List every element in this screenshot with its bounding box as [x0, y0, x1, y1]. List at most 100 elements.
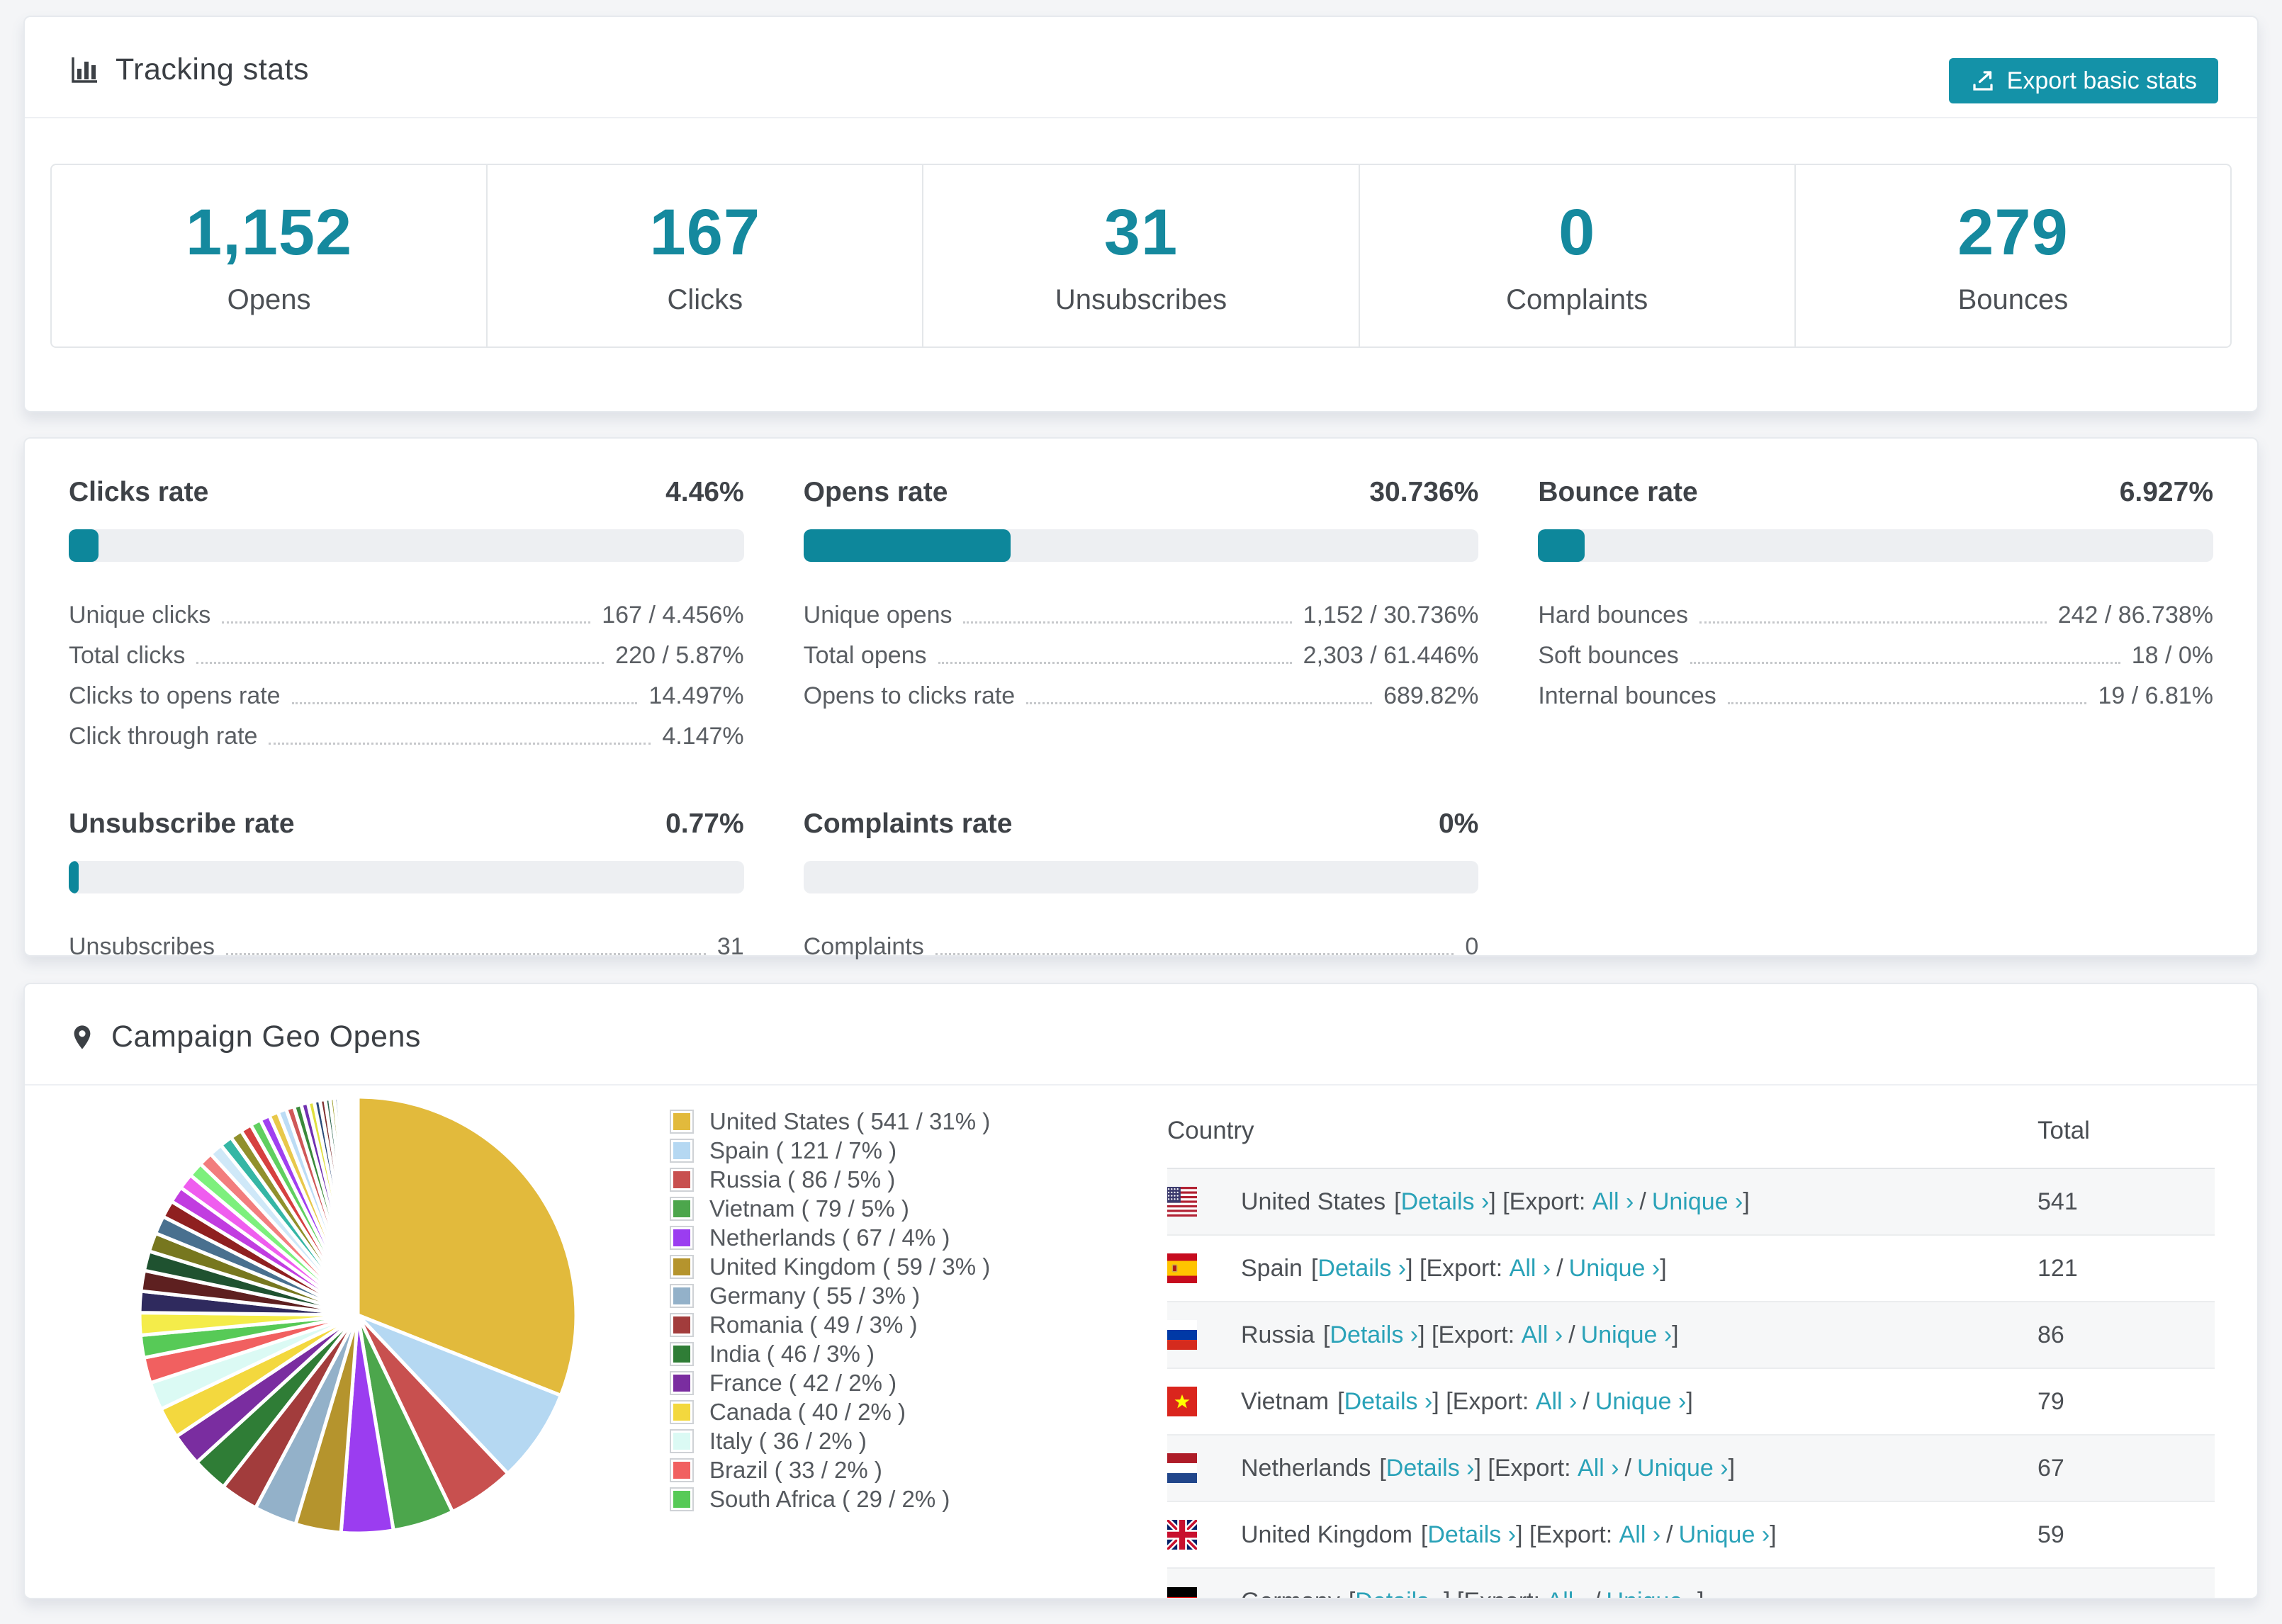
- export-unique-link[interactable]: Unique ›: [1652, 1188, 1743, 1216]
- geo-pie-chart[interactable]: [131, 1088, 585, 1542]
- country-total: 79: [2038, 1368, 2215, 1435]
- rate-rows: Unsubscribes 31: [69, 923, 744, 964]
- legend-label: Russia ( 86 / 5% ): [709, 1166, 896, 1192]
- dotted-leader: [269, 743, 651, 745]
- export-unique-link[interactable]: Unique ›: [1607, 1588, 1698, 1598]
- dotted-leader: [1699, 621, 2047, 624]
- stat-box: 31 Unsubscribes: [923, 165, 1360, 346]
- rate-row-label: Soft bounces: [1538, 642, 1679, 669]
- export-all-link[interactable]: All ›: [1619, 1521, 1661, 1549]
- export-unique-link[interactable]: Unique ›: [1679, 1521, 1770, 1549]
- export-label: Export:: [1426, 1254, 1503, 1282]
- legend-swatch: [670, 1109, 694, 1134]
- legend-label: India ( 46 / 3% ): [709, 1340, 875, 1367]
- legend-item: United States ( 541 / 31% ): [670, 1107, 1130, 1136]
- legend-item: Italy ( 36 / 2% ): [670, 1426, 1130, 1455]
- export-unique-link[interactable]: Unique ›: [1595, 1388, 1687, 1416]
- export-all-link[interactable]: All ›: [1510, 1255, 1551, 1282]
- rate-row-value: 0: [1465, 933, 1479, 960]
- legend-swatch: [670, 1428, 694, 1453]
- stat-label: Unsubscribes: [1055, 284, 1227, 315]
- export-all-link[interactable]: All ›: [1536, 1388, 1578, 1416]
- legend-item: South Africa ( 29 / 2% ): [670, 1484, 1130, 1513]
- country-cell: Spain [Details ›] [Export: All › / Unique …: [1241, 1234, 2038, 1302]
- export-basic-stats-button[interactable]: Export basic stats: [1948, 58, 2218, 103]
- stat-box: 1,152 Opens: [52, 165, 488, 346]
- dotted-leader: [1026, 702, 1373, 704]
- rate-row: Clicks to opens rate 14.497%: [69, 672, 744, 713]
- rate-progress-track: [69, 861, 744, 893]
- stat-label: Opens: [227, 284, 311, 315]
- geo-table-row: Netherlands [Details ›] [Export: All › / U…: [1167, 1434, 2215, 1501]
- legend-label: Germany ( 55 / 3% ): [709, 1282, 921, 1309]
- legend-item: Germany ( 55 / 3% ): [670, 1281, 1130, 1310]
- dotted-leader: [935, 953, 1454, 955]
- stat-value: 0: [1558, 196, 1596, 269]
- legend-swatch: [670, 1196, 694, 1221]
- export-all-link[interactable]: All ›: [1547, 1588, 1589, 1598]
- export-all-link[interactable]: All ›: [1578, 1455, 1619, 1482]
- export-unique-link[interactable]: Unique ›: [1581, 1321, 1673, 1349]
- country-flag: [1167, 1168, 1241, 1235]
- rate-row: Click through rate 4.147%: [69, 713, 744, 753]
- legend-swatch: [670, 1341, 694, 1366]
- legend-item: India ( 46 / 3% ): [670, 1339, 1130, 1368]
- rate-rows: Hard bounces 242 / 86.738% Soft bounces …: [1538, 592, 2213, 713]
- legend-label: Romania ( 49 / 3% ): [709, 1311, 918, 1338]
- geo-table-row: Germany [Details ›] [Export: All ›/Uniqu…: [1167, 1567, 2215, 1598]
- details-link[interactable]: Details ›: [1386, 1455, 1475, 1482]
- export-all-link[interactable]: All ›: [1592, 1188, 1634, 1216]
- country-cell: United States [Details ›] [Export: All ›…: [1241, 1188, 1750, 1216]
- legend-item: Romania ( 49 / 3% ): [670, 1310, 1130, 1339]
- details-link[interactable]: Details ›: [1344, 1388, 1433, 1416]
- legend-item: Canada ( 40 / 2% ): [670, 1397, 1130, 1426]
- rate-progress-fill: [69, 529, 99, 562]
- tracking-stats-header: Tracking stats Export basic stats: [25, 17, 2257, 118]
- legend-label: France ( 42 / 2% ): [709, 1369, 897, 1396]
- geo-title-text: Campaign Geo Opens: [111, 1020, 421, 1054]
- country-flag: [1167, 1567, 1241, 1598]
- stat-box: 279 Bounces: [1796, 165, 2230, 346]
- country-flag: [1167, 1368, 1241, 1435]
- country-flag: [1167, 1501, 1241, 1568]
- rate-row-label: Click through rate: [69, 723, 258, 750]
- country-cell: Germany [Details ›] [Export: All ›/Uniqu…: [1241, 1567, 2038, 1598]
- details-link[interactable]: Details ›: [1330, 1321, 1418, 1349]
- details-link[interactable]: Details ›: [1317, 1255, 1406, 1282]
- country-name: Germany: [1241, 1588, 1340, 1598]
- details-link[interactable]: Details ›: [1355, 1588, 1444, 1598]
- rate-value: 6.927%: [2119, 477, 2213, 507]
- country-cell: Russia [Details ›] [Export: All › / Unique…: [1241, 1301, 2038, 1368]
- rate-row: Total clicks 220 / 5.87%: [69, 632, 744, 672]
- legend-item: United Kingdom ( 59 / 3% ): [670, 1252, 1130, 1281]
- rate-row-label: Hard bounces: [1538, 602, 1689, 628]
- legend-label: United Kingdom ( 59 / 3% ): [709, 1253, 991, 1280]
- rate-row: Opens to clicks rate 689.82%: [804, 672, 1479, 713]
- rate-row-label: Unique clicks: [69, 602, 211, 628]
- rate-row: Hard bounces 242 / 86.738%: [1538, 592, 2213, 632]
- dotted-leader: [222, 621, 591, 624]
- country-name: United States: [1241, 1188, 1386, 1215]
- rates-grid: Clicks rate 4.46% Unique clicks 167 / 4.…: [25, 439, 2257, 964]
- legend-swatch: [670, 1254, 694, 1279]
- legend-label: South Africa ( 29 / 2% ): [709, 1485, 950, 1512]
- details-link[interactable]: Details ›: [1427, 1521, 1516, 1549]
- export-unique-link[interactable]: Unique ›: [1569, 1255, 1660, 1282]
- rate-title: Bounce rate: [1538, 477, 1698, 507]
- country-total: 67: [2038, 1434, 2215, 1501]
- country-flag: [1167, 1434, 1241, 1501]
- rate-row-label: Clicks to opens rate: [69, 682, 281, 709]
- dotted-leader: [291, 702, 638, 704]
- legend-swatch: [670, 1370, 694, 1395]
- details-link[interactable]: Details ›: [1401, 1188, 1490, 1216]
- rate-rows: Unique opens 1,152 / 30.736% Total opens…: [804, 592, 1479, 713]
- rate-row: Unique clicks 167 / 4.456%: [69, 592, 744, 632]
- stat-label: Complaints: [1506, 284, 1648, 315]
- export-all-link[interactable]: All ›: [1522, 1321, 1563, 1349]
- rate-rows: Complaints 0: [804, 923, 1479, 964]
- stat-value: 1,152: [185, 196, 353, 269]
- export-unique-link[interactable]: Unique ›: [1637, 1455, 1729, 1482]
- rate-row: Unique opens 1,152 / 30.736%: [804, 592, 1479, 632]
- country-name: Vietnam: [1241, 1387, 1330, 1415]
- rate-progress-fill: [1538, 529, 1585, 562]
